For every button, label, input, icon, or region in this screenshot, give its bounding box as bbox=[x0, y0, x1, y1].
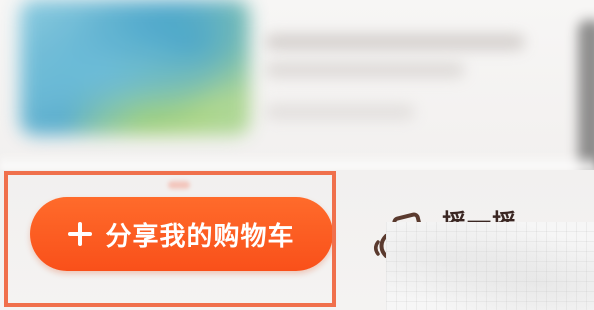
product-title-blur bbox=[265, 34, 525, 50]
product-subtitle-blur bbox=[265, 62, 465, 78]
adjacent-card-edge bbox=[578, 20, 594, 170]
highlight-frame bbox=[4, 171, 336, 307]
product-thumbnail bbox=[20, 0, 250, 135]
card-divider bbox=[0, 152, 594, 170]
mosaic-watermark bbox=[386, 222, 594, 310]
product-price-blur bbox=[265, 104, 415, 120]
blurred-product-card[interactable] bbox=[0, 0, 594, 170]
screen: 分享我的购物车 摇一摇 bbox=[0, 0, 594, 310]
